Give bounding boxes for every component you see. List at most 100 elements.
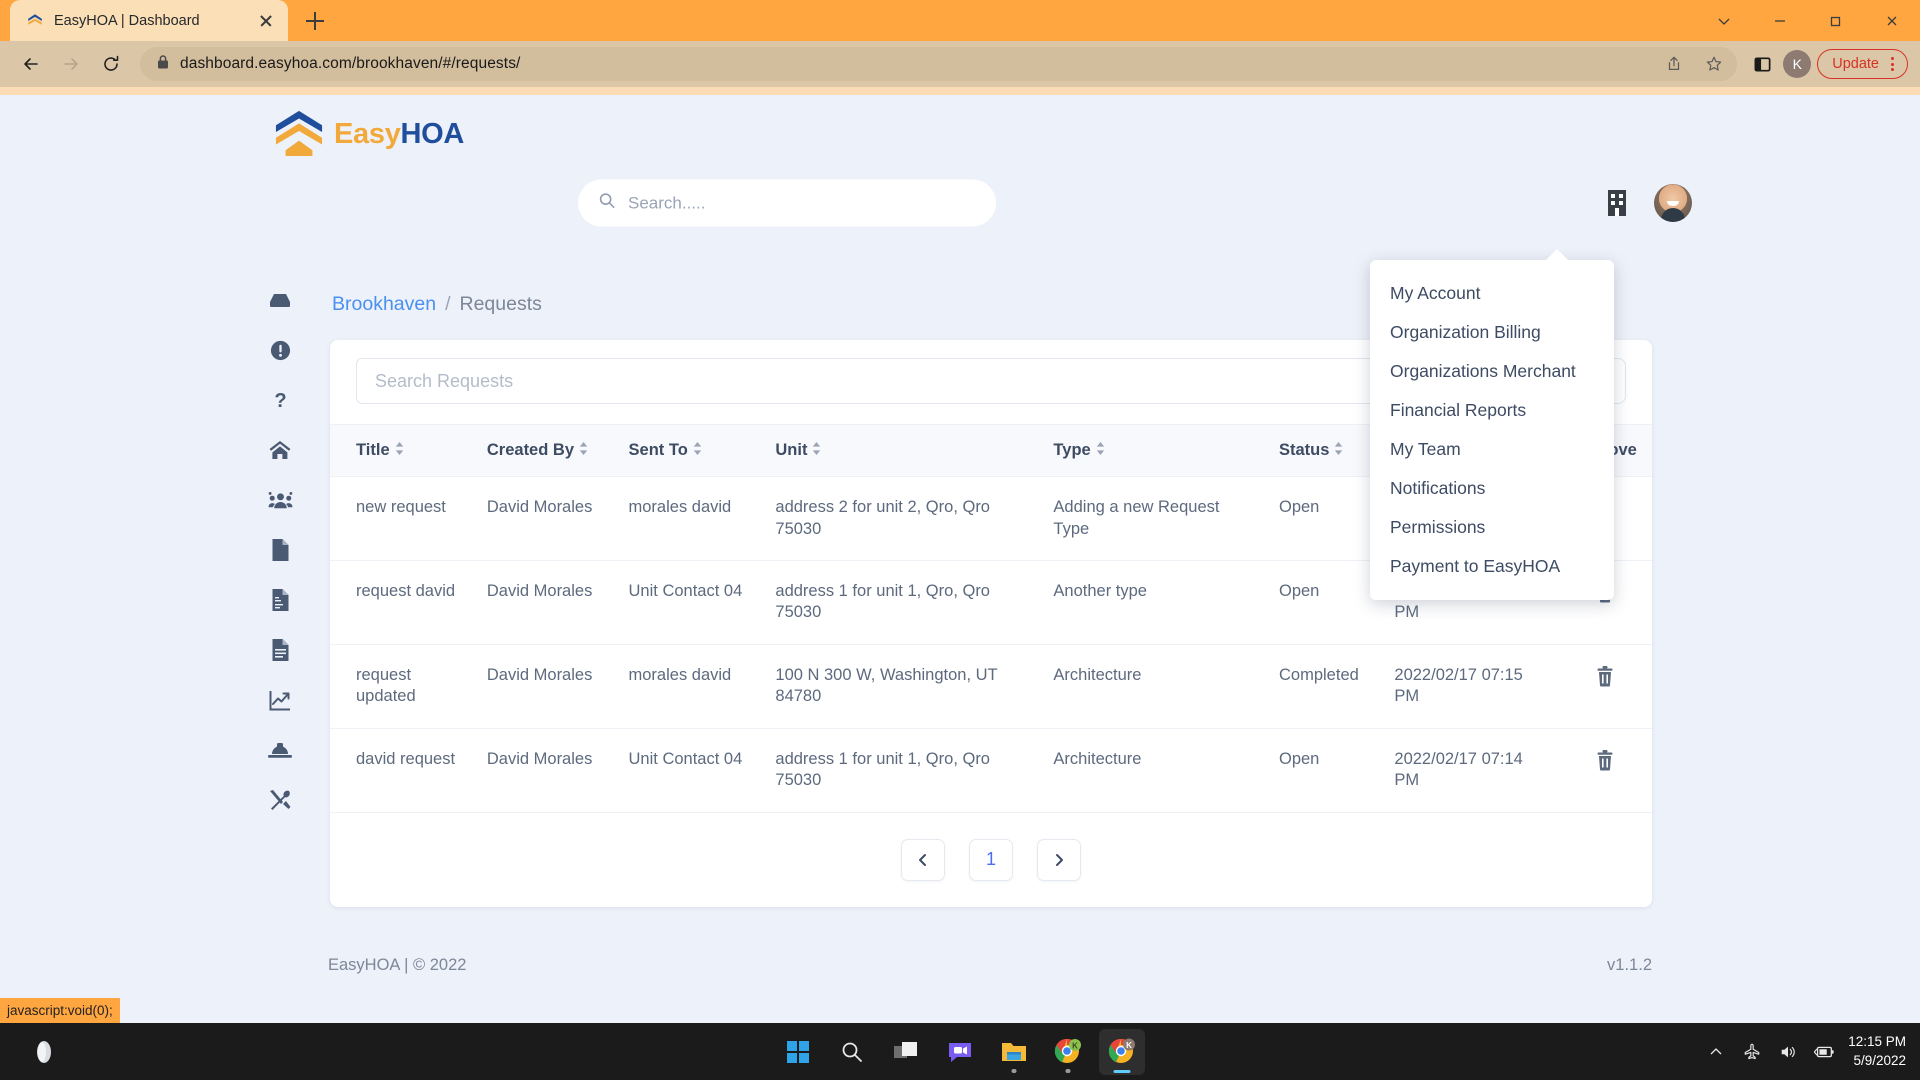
bookmark-star-icon[interactable] <box>1699 49 1729 79</box>
restore-icon[interactable] <box>1808 0 1864 41</box>
sidebar-item-analytics[interactable] <box>263 683 297 717</box>
battery-charging-icon[interactable] <box>1812 1040 1836 1064</box>
profile-avatar[interactable]: K <box>1783 50 1811 78</box>
column-header-type[interactable]: Type <box>1043 425 1269 477</box>
column-header-sent-to-label: Sent To <box>629 441 688 459</box>
sidebar-item-info[interactable] <box>263 333 297 367</box>
cell-unit: 100 N 300 W, Washington, UT 84780 <box>765 644 1043 728</box>
column-header-status[interactable]: Status <box>1269 425 1384 477</box>
menu-item-my-team[interactable]: My Team <box>1370 430 1614 469</box>
chevron-up-icon[interactable] <box>1704 1040 1728 1064</box>
sort-icon <box>579 441 588 460</box>
address-bar[interactable]: dashboard.easyhoa.com/brookhaven/#/reque… <box>140 47 1737 81</box>
column-header-unit[interactable]: Unit <box>765 425 1043 477</box>
search-icon <box>598 192 616 215</box>
taskbar-clock[interactable]: 12:15 PM 5/9/2022 <box>1848 1033 1906 1069</box>
breadcrumb-root[interactable]: Brookhaven <box>332 293 436 316</box>
sort-icon <box>1096 441 1105 460</box>
footer-copyright: EasyHOA | © 2022 <box>328 956 466 975</box>
app-logo-text: EasyHOA <box>334 118 464 151</box>
easyhoa-roof-icon <box>272 108 326 161</box>
sidebar-item-help[interactable]: ? <box>263 383 297 417</box>
column-header-created-by[interactable]: Created By <box>477 425 619 477</box>
trash-icon[interactable] <box>1595 665 1615 693</box>
side-panel-icon[interactable] <box>1747 49 1777 79</box>
pagination: 1 <box>330 813 1652 907</box>
app-header: EasyHOA <box>0 95 1920 173</box>
sidebar-item-documents[interactable] <box>263 533 297 567</box>
menu-item-payment-to-easyhoa[interactable]: Payment to EasyHOA <box>1370 547 1614 586</box>
update-button-label: Update <box>1832 56 1879 72</box>
cell-title: request updated <box>330 644 477 728</box>
account-dropdown-menu: My Account Organization Billing Organiza… <box>1370 260 1614 600</box>
lock-icon <box>156 54 170 75</box>
breadcrumb-separator: / <box>445 293 450 316</box>
menu-item-notifications[interactable]: Notifications <box>1370 469 1614 508</box>
sidebar-item-residents[interactable] <box>263 483 297 517</box>
sidebar: ? <box>260 283 300 817</box>
weather-icon[interactable] <box>26 1034 62 1070</box>
cell-type: Architecture <box>1043 644 1269 728</box>
cell-status: Open <box>1269 477 1384 561</box>
sidebar-item-invoices[interactable] <box>263 583 297 617</box>
pagination-next[interactable] <box>1037 839 1081 881</box>
column-header-sent-to[interactable]: Sent To <box>619 425 766 477</box>
global-search-input[interactable]: Search..... <box>578 180 996 227</box>
close-window-icon[interactable] <box>1864 0 1920 41</box>
column-header-title[interactable]: Title <box>330 425 477 477</box>
chrome-menu-icon[interactable] <box>1883 57 1901 71</box>
update-button[interactable]: Update <box>1817 49 1908 79</box>
menu-item-organization-billing[interactable]: Organization Billing <box>1370 313 1614 352</box>
sidebar-item-inbox[interactable] <box>263 283 297 317</box>
pagination-prev[interactable] <box>901 839 945 881</box>
new-tab-button[interactable] <box>298 4 332 38</box>
airplane-icon[interactable] <box>1740 1040 1764 1064</box>
search-icon[interactable] <box>829 1029 875 1075</box>
column-header-unit-label: Unit <box>775 441 807 459</box>
building-icon[interactable] <box>1602 186 1632 220</box>
task-view-icon[interactable] <box>883 1029 929 1075</box>
reload-icon[interactable] <box>92 45 130 83</box>
search-requests-placeholder: Search Requests <box>375 371 513 392</box>
cell-sent-to: Unit Contact 04 <box>619 728 766 812</box>
table-row[interactable]: david request David Morales Unit Contact… <box>330 728 1652 812</box>
chevron-down-icon[interactable] <box>1696 0 1752 41</box>
window-controls <box>1696 0 1920 41</box>
logo-easy-text: Easy <box>334 118 401 150</box>
chrome-icon[interactable]: K <box>1099 1029 1145 1075</box>
browser-tabstrip: EasyHOA | Dashboard <box>0 0 1920 41</box>
user-avatar[interactable] <box>1654 184 1692 222</box>
sort-icon <box>812 441 821 460</box>
menu-item-my-account[interactable]: My Account <box>1370 274 1614 313</box>
share-icon[interactable] <box>1659 49 1689 79</box>
menu-item-financial-reports[interactable]: Financial Reports <box>1370 391 1614 430</box>
header-actions <box>1602 184 1692 222</box>
back-icon[interactable] <box>12 45 50 83</box>
table-row[interactable]: request updated David Morales morales da… <box>330 644 1652 728</box>
chrome-icon[interactable]: K <box>1045 1029 1091 1075</box>
sidebar-item-home[interactable] <box>263 433 297 467</box>
file-explorer-icon[interactable] <box>991 1029 1037 1075</box>
forward-icon[interactable] <box>52 45 90 83</box>
toolbar-right-actions: K Update <box>1747 49 1908 79</box>
sidebar-item-settings[interactable] <box>263 783 297 817</box>
minimize-icon[interactable] <box>1752 0 1808 41</box>
cell-status: Completed <box>1269 644 1384 728</box>
cell-title: request david <box>330 561 477 645</box>
trash-icon[interactable] <box>1595 749 1615 777</box>
logo-hoa-text: HOA <box>401 118 465 150</box>
app-logo[interactable]: EasyHOA <box>272 108 464 161</box>
menu-item-organizations-merchant[interactable]: Organizations Merchant <box>1370 352 1614 391</box>
menu-item-permissions[interactable]: Permissions <box>1370 508 1614 547</box>
browser-status-bar: javascript:void(0); <box>0 998 120 1023</box>
cell-sent-to: Unit Contact 04 <box>619 561 766 645</box>
browser-tab[interactable]: EasyHOA | Dashboard <box>10 0 288 41</box>
pagination-page-1[interactable]: 1 <box>969 839 1013 881</box>
sidebar-item-maintenance[interactable] <box>263 733 297 767</box>
chat-icon[interactable] <box>937 1029 983 1075</box>
start-icon[interactable] <box>775 1029 821 1075</box>
sidebar-item-reports[interactable] <box>263 633 297 667</box>
close-icon[interactable] <box>254 9 278 33</box>
cell-created-by: David Morales <box>477 728 619 812</box>
volume-icon[interactable] <box>1776 1040 1800 1064</box>
